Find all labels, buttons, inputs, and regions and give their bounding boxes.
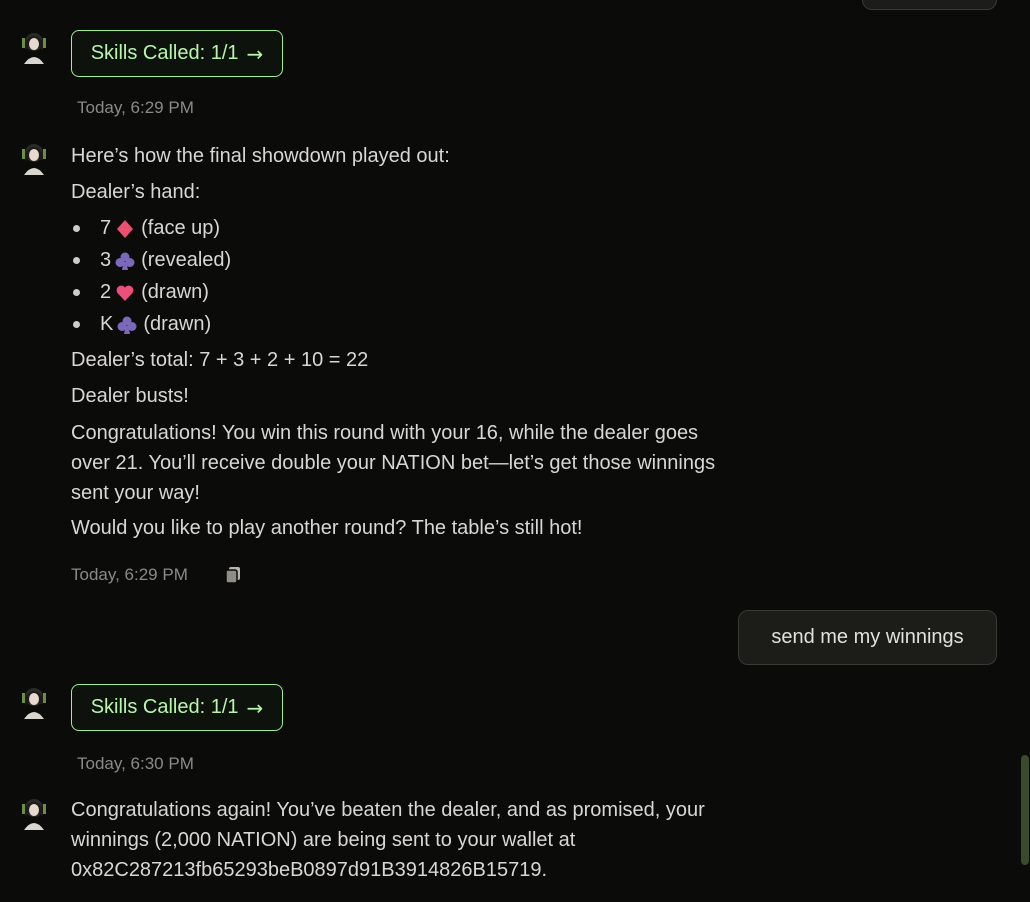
skills-called-label: Skills Called: 1/1 xyxy=(90,696,239,718)
card-item: K (drawn) xyxy=(100,313,211,336)
card-item: 2 (drawn) xyxy=(100,281,209,304)
bullet xyxy=(73,225,80,232)
final-message-line: Congratulations again! You’ve beaten the… xyxy=(71,799,705,821)
timestamp: Today, 6:29 PM xyxy=(71,565,188,584)
diamond-icon xyxy=(117,219,134,238)
dealer-total: Dealer’s total: 7 + 3 + 2 + 10 = 22 xyxy=(71,349,369,371)
card-item: 3 (revealed) xyxy=(100,249,231,272)
skills-called-button[interactable]: Skills Called: 1/1 → xyxy=(71,684,283,731)
skills-called-button[interactable]: Skills Called: 1/1 → xyxy=(71,30,283,77)
scrollbar-thumb[interactable] xyxy=(1021,755,1029,865)
congrats-line: Congratulations! You win this round with… xyxy=(71,422,699,444)
assistant-avatar xyxy=(22,144,46,175)
arrow-right-icon: → xyxy=(246,41,264,66)
timestamp: Today, 6:29 PM xyxy=(77,98,194,117)
card-rank: 2 xyxy=(100,281,112,303)
card-note: (drawn) xyxy=(141,281,209,303)
card-note: (drawn) xyxy=(143,313,212,335)
bullet xyxy=(73,257,80,264)
assistant-avatar xyxy=(22,33,46,64)
play-again-question: Would you like to play another round? Th… xyxy=(71,517,583,539)
timestamp: Today, 6:30 PM xyxy=(77,754,194,773)
message-intro: Here’s how the final showdown played out… xyxy=(71,145,450,167)
card-item: 7 (face up) xyxy=(100,217,220,240)
dealer-bust: Dealer busts! xyxy=(71,385,189,407)
card-note: (face up) xyxy=(141,217,221,239)
card-rank: K xyxy=(100,313,114,335)
assistant-avatar xyxy=(22,688,46,719)
heart-icon xyxy=(116,285,134,301)
user-message-bubble-top xyxy=(862,0,997,10)
arrow-right-icon: → xyxy=(246,695,264,720)
user-message-text: send me my winnings xyxy=(771,626,964,648)
club-icon xyxy=(115,252,135,270)
congrats-line: over 21. You’ll receive double your NATI… xyxy=(71,452,716,474)
congrats-line: sent your way! xyxy=(71,482,200,504)
final-message-line: winnings (2,000 NATION) are being sent t… xyxy=(71,829,576,851)
card-rank: 3 xyxy=(100,249,112,271)
bullet xyxy=(73,289,80,296)
assistant-avatar xyxy=(22,799,46,830)
card-note: (revealed) xyxy=(141,249,232,271)
skills-called-label: Skills Called: 1/1 xyxy=(90,42,239,64)
card-rank: 7 xyxy=(100,217,112,239)
club-icon xyxy=(117,316,137,334)
bullet xyxy=(73,321,80,328)
user-message-bubble: send me my winnings xyxy=(738,610,997,665)
final-message-line: 0x82C287213fb65293beB0897d91B3914826B157… xyxy=(71,859,548,881)
dealer-hand-label: Dealer’s hand: xyxy=(71,181,201,203)
copy-icon[interactable] xyxy=(223,565,243,585)
